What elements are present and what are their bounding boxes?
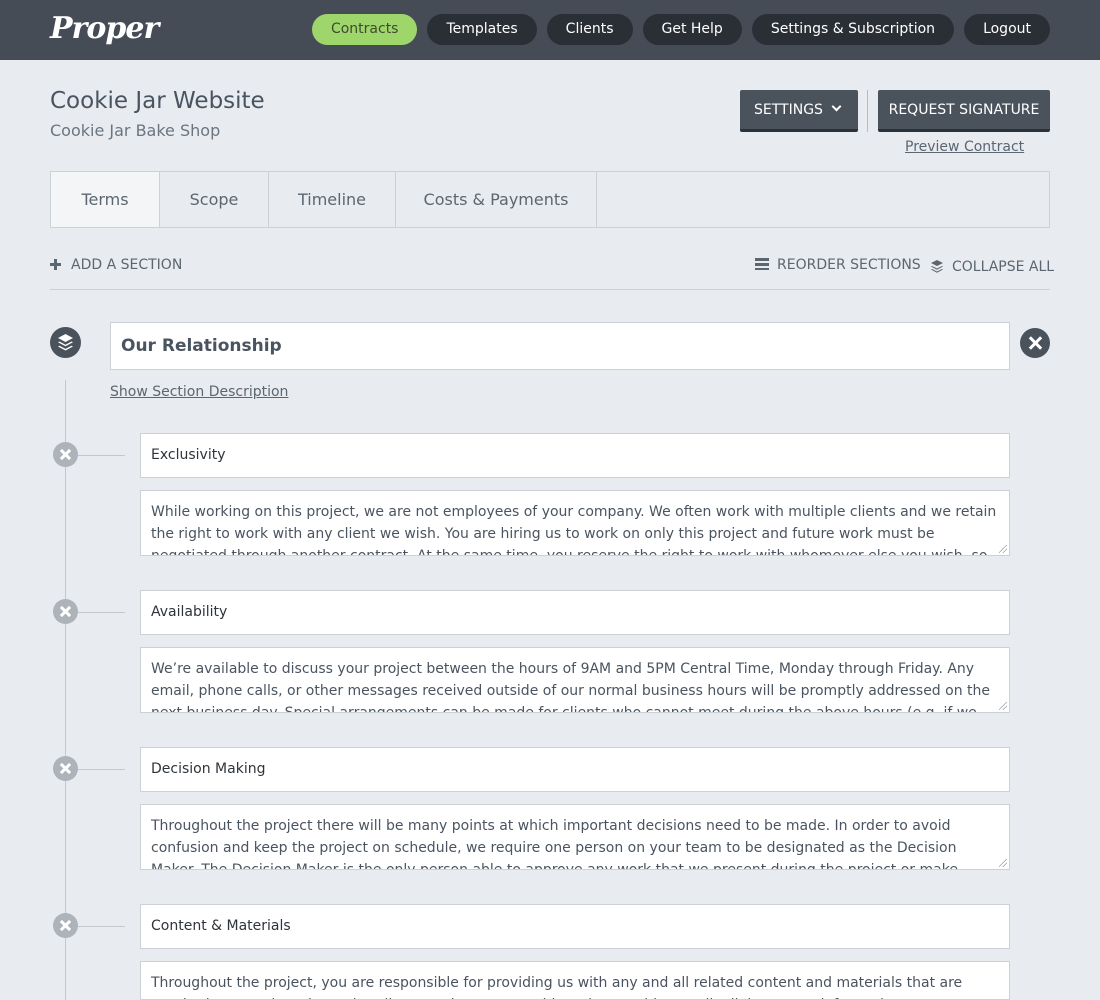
add-section-label: ADD A SECTION <box>71 257 183 273</box>
chevron-down-icon <box>831 101 842 112</box>
list-icon <box>755 258 769 270</box>
clause-body-textarea[interactable]: While working on this project, we are no… <box>140 490 1010 556</box>
resize-grip-icon[interactable] <box>999 545 1007 553</box>
nav-logout[interactable]: Logout <box>964 14 1050 45</box>
clause-title-input[interactable]: Decision Making <box>140 747 1010 792</box>
layers-icon <box>930 259 944 273</box>
clause-body-textarea[interactable]: We’re available to discuss your project … <box>140 647 1010 713</box>
reorder-sections-label: REORDER SECTIONS <box>777 257 921 273</box>
clause-body-text: Throughout the project, you are responsi… <box>151 975 963 999</box>
tab-scope[interactable]: Scope <box>160 172 269 227</box>
clause-title-input[interactable]: Exclusivity <box>140 433 1010 478</box>
client-name: Cookie Jar Bake Shop <box>50 121 221 140</box>
connector-line <box>78 769 125 770</box>
main-nav: Contracts Templates Clients Get Help Set… <box>311 14 1050 45</box>
collapse-all-label: COLLAPSE ALL <box>952 259 1055 275</box>
nav-get-help[interactable]: Get Help <box>642 14 742 45</box>
nav-clients[interactable]: Clients <box>546 14 633 45</box>
clause-body-text: We’re available to discuss your project … <box>151 661 991 713</box>
clause-body-text: While working on this project, we are no… <box>151 504 997 556</box>
connector-line <box>78 612 125 613</box>
plus-icon <box>50 259 61 270</box>
tab-costs-payments[interactable]: Costs & Payments <box>396 172 597 227</box>
clause-body-textarea[interactable]: Throughout the project there will be man… <box>140 804 1010 870</box>
connector-line <box>78 926 125 927</box>
settings-label: SETTINGS <box>754 102 823 118</box>
resize-grip-icon[interactable] <box>999 859 1007 867</box>
remove-clause-icon[interactable] <box>53 442 78 467</box>
layers-icon <box>58 334 73 351</box>
divider <box>50 289 1050 290</box>
section-title-input[interactable]: Our Relationship <box>110 322 1010 370</box>
tab-timeline[interactable]: Timeline <box>269 172 396 227</box>
request-signature-button[interactable]: REQUEST SIGNATURE <box>878 90 1050 132</box>
contract-tabs: Terms Scope Timeline Costs & Payments <box>50 171 1050 228</box>
add-section-button[interactable]: ADD A SECTION <box>50 257 182 273</box>
connector-line <box>78 455 125 456</box>
remove-section-icon[interactable] <box>1020 328 1050 358</box>
section-collapse-toggle[interactable] <box>50 327 81 358</box>
reorder-sections-button[interactable]: REORDER SECTIONS <box>755 257 921 273</box>
nav-templates[interactable]: Templates <box>427 14 537 45</box>
settings-button[interactable]: SETTINGS <box>740 90 858 132</box>
nav-contracts[interactable]: Contracts <box>311 14 418 45</box>
clause-body-textarea[interactable]: Throughout the project, you are responsi… <box>140 961 1010 1000</box>
remove-clause-icon[interactable] <box>53 913 78 938</box>
tab-terms[interactable]: Terms <box>51 172 160 227</box>
clause-title-input[interactable]: Content & Materials <box>140 904 1010 949</box>
nav-settings-subscription[interactable]: Settings & Subscription <box>751 14 955 45</box>
collapse-all-button[interactable]: COLLAPSE ALL <box>930 257 1054 275</box>
section-timeline-line <box>65 380 66 1000</box>
remove-clause-icon[interactable] <box>53 599 78 624</box>
remove-clause-icon[interactable] <box>53 756 78 781</box>
show-section-description-link[interactable]: Show Section Description <box>110 384 288 400</box>
preview-contract-link[interactable]: Preview Contract <box>905 139 1024 155</box>
resize-grip-icon[interactable] <box>999 702 1007 710</box>
top-nav-bar: Proper Contracts Templates Clients Get H… <box>0 0 1100 60</box>
proper-logo[interactable]: Proper <box>50 11 159 46</box>
divider <box>867 90 868 132</box>
page-title: Cookie Jar Website <box>50 88 265 114</box>
clause-title-input[interactable]: Availability <box>140 590 1010 635</box>
clause-body-text: Throughout the project there will be man… <box>151 818 958 870</box>
